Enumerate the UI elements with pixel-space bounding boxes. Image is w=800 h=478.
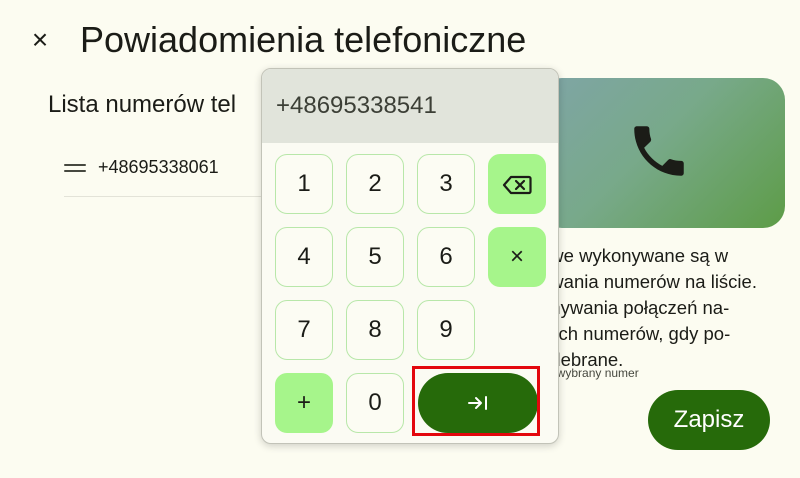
key-4[interactable]: 4: [275, 227, 333, 287]
key-9[interactable]: 9: [417, 300, 475, 360]
page-title: Powiadomienia telefoniczne: [80, 19, 527, 60]
hero-image: [540, 78, 785, 228]
key-2[interactable]: 2: [346, 154, 404, 214]
phone-icon: [634, 126, 684, 176]
key-0[interactable]: 0: [346, 373, 404, 433]
enter-button[interactable]: [418, 373, 538, 433]
key-1[interactable]: 1: [275, 154, 333, 214]
description-text: owe wykonywane są w owania numerów na li…: [540, 243, 800, 373]
save-button[interactable]: Zapisz: [648, 390, 770, 450]
plus-button[interactable]: +: [275, 373, 333, 433]
backspace-button[interactable]: [488, 154, 546, 214]
key-6[interactable]: 6: [417, 227, 475, 287]
description-line: owania numerów na liście.: [540, 271, 757, 292]
clear-button[interactable]: ×: [488, 227, 546, 287]
numeric-keypad: +48695338541 1 2 3 4 5 6 × 7 8 9 + 0: [261, 68, 559, 444]
list-item[interactable]: +48695338061: [64, 148, 264, 197]
description-line: onywania połączeń na-: [540, 297, 730, 318]
phone-notifications-screen: × Powiadomienia telefoniczne Lista numer…: [0, 0, 800, 478]
description-line: tkich numerów, gdy po-: [540, 323, 731, 344]
number-list-heading: Lista numerów tel: [48, 91, 237, 118]
backspace-icon: [502, 175, 532, 195]
keypad-display[interactable]: +48695338541: [262, 69, 558, 143]
close-button[interactable]: ×: [26, 24, 54, 56]
key-5[interactable]: 5: [346, 227, 404, 287]
drag-handle-icon[interactable]: [64, 162, 86, 174]
description-line: owe wykonywane są w: [540, 245, 729, 266]
key-7[interactable]: 7: [275, 300, 333, 360]
phone-number-text: +48695338061: [98, 157, 219, 177]
key-8[interactable]: 8: [346, 300, 404, 360]
tab-next-icon: [468, 396, 487, 410]
key-3[interactable]: 3: [417, 154, 475, 214]
